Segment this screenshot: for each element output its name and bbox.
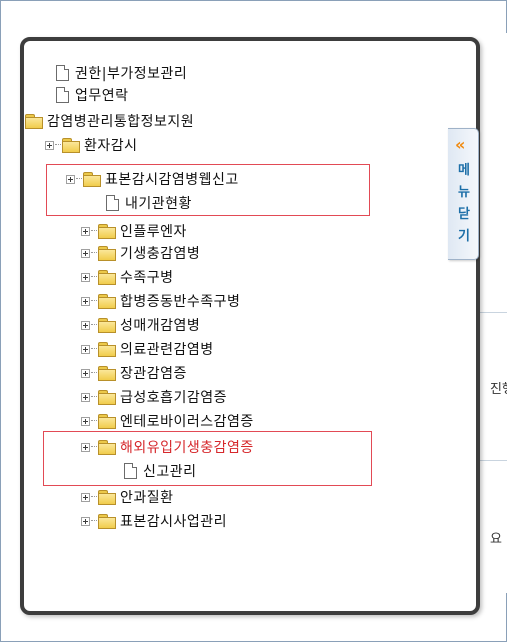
tree-item[interactable]: 표본감시사업관리	[81, 511, 227, 531]
folder-icon	[98, 414, 116, 429]
background-text-snippet: 진행	[490, 382, 507, 397]
expand-toggle-icon[interactable]	[81, 492, 90, 502]
tree-connector	[91, 396, 97, 398]
folder-icon	[62, 138, 80, 153]
tree-item-label: 기생충감염병	[120, 246, 201, 262]
tree-item-label: 표본감시사업관리	[120, 514, 228, 530]
tree-connector	[91, 496, 97, 498]
tree-item-label: 엔테로바이러스감염증	[120, 414, 254, 430]
expand-toggle-icon[interactable]	[81, 320, 90, 330]
folder-icon	[98, 490, 116, 505]
tree-item[interactable]: 성매개감염병	[81, 315, 200, 335]
tree-connector	[91, 348, 97, 350]
expand-toggle-icon[interactable]	[81, 248, 90, 258]
expand-toggle-icon[interactable]	[81, 416, 90, 426]
tree-item[interactable]: 엔테로바이러스감염증	[81, 411, 254, 431]
highlight-box	[46, 164, 370, 216]
highlight-box	[43, 431, 372, 486]
tree-item-label: 감염병관리통합정보지원	[47, 114, 195, 130]
tree-item-label: 권한|부가정보관리	[75, 66, 188, 82]
folder-icon	[98, 270, 116, 285]
expand-toggle-icon[interactable]	[81, 226, 90, 236]
folder-icon	[98, 366, 116, 381]
folder-icon	[98, 224, 116, 239]
tree-item[interactable]: 권한|부가정보관리	[56, 63, 187, 83]
expand-toggle-icon[interactable]	[81, 344, 90, 354]
tree-connector	[91, 324, 97, 326]
expand-toggle-icon[interactable]	[81, 272, 90, 282]
expand-toggle-icon[interactable]	[81, 368, 90, 378]
tree-item[interactable]: 안과질환	[81, 487, 174, 507]
tree-connector	[91, 520, 97, 522]
tree-item-label: 수족구병	[120, 270, 174, 286]
tree-item[interactable]: 의료관련감염병	[81, 339, 214, 359]
tree-item[interactable]: 급성호흡기감염증	[81, 387, 227, 407]
tree-item[interactable]: 기생충감염병	[81, 243, 200, 263]
tree-item-label: 성매개감염병	[120, 318, 201, 334]
expand-toggle-icon[interactable]	[81, 516, 90, 526]
tree-item-label: 안과질환	[120, 490, 174, 506]
expand-toggle-icon[interactable]	[45, 140, 54, 150]
tree-connector	[91, 252, 97, 254]
tree-item[interactable]: 환자감시	[45, 135, 138, 155]
tree-item-label: 인플루엔자	[120, 224, 187, 240]
close-menu-button[interactable]: « 메 뉴 닫 기	[448, 128, 479, 260]
tree-item[interactable]: 감염병관리통합정보지원	[20, 111, 195, 131]
tree-connector	[20, 120, 24, 122]
tree-connector	[91, 300, 97, 302]
document-icon	[56, 65, 69, 81]
tree-item-label: 합병증동반수족구병	[120, 294, 241, 310]
tree-connector	[91, 372, 97, 374]
folder-icon	[98, 390, 116, 405]
tree-item-label: 환자감시	[84, 138, 138, 154]
tree-connector	[91, 276, 97, 278]
tree-item[interactable]: 인플루엔자	[81, 221, 187, 241]
tree-item-label: 급성호흡기감염증	[120, 390, 228, 406]
menu-tree-panel: 권한|부가정보관리 업무연락 감염병관리통합정보지원 환자감시 표본감시감염병웹…	[20, 37, 480, 615]
tree-item[interactable]: 업무연락	[56, 85, 129, 105]
document-icon	[56, 87, 69, 103]
tree-connector	[91, 420, 97, 422]
expand-toggle-icon[interactable]	[81, 296, 90, 306]
tree-item-label: 장관감염증	[120, 366, 187, 382]
folder-icon	[98, 342, 116, 357]
folder-icon	[98, 318, 116, 333]
background-text-snippet: 요	[490, 532, 502, 547]
close-menu-label-char: 기	[458, 229, 470, 244]
close-menu-label-char: 닫	[458, 207, 470, 222]
double-chevron-left-icon: «	[455, 135, 465, 154]
tree-item-label: 업무연락	[75, 88, 129, 104]
tree-item[interactable]: 합병증동반수족구병	[81, 291, 240, 311]
tree-item[interactable]: 장관감염증	[81, 363, 187, 383]
folder-icon	[98, 294, 116, 309]
folder-icon	[98, 246, 116, 261]
expand-toggle-icon[interactable]	[81, 392, 90, 402]
close-menu-label-char: 메	[458, 163, 470, 178]
folder-icon	[25, 114, 43, 129]
tree-item-label: 의료관련감염병	[120, 342, 214, 358]
tree-item[interactable]: 수족구병	[81, 267, 174, 287]
tree-connector	[91, 230, 97, 232]
tree-connector	[55, 144, 61, 146]
close-menu-label-char: 뉴	[458, 185, 470, 200]
folder-icon	[98, 514, 116, 529]
